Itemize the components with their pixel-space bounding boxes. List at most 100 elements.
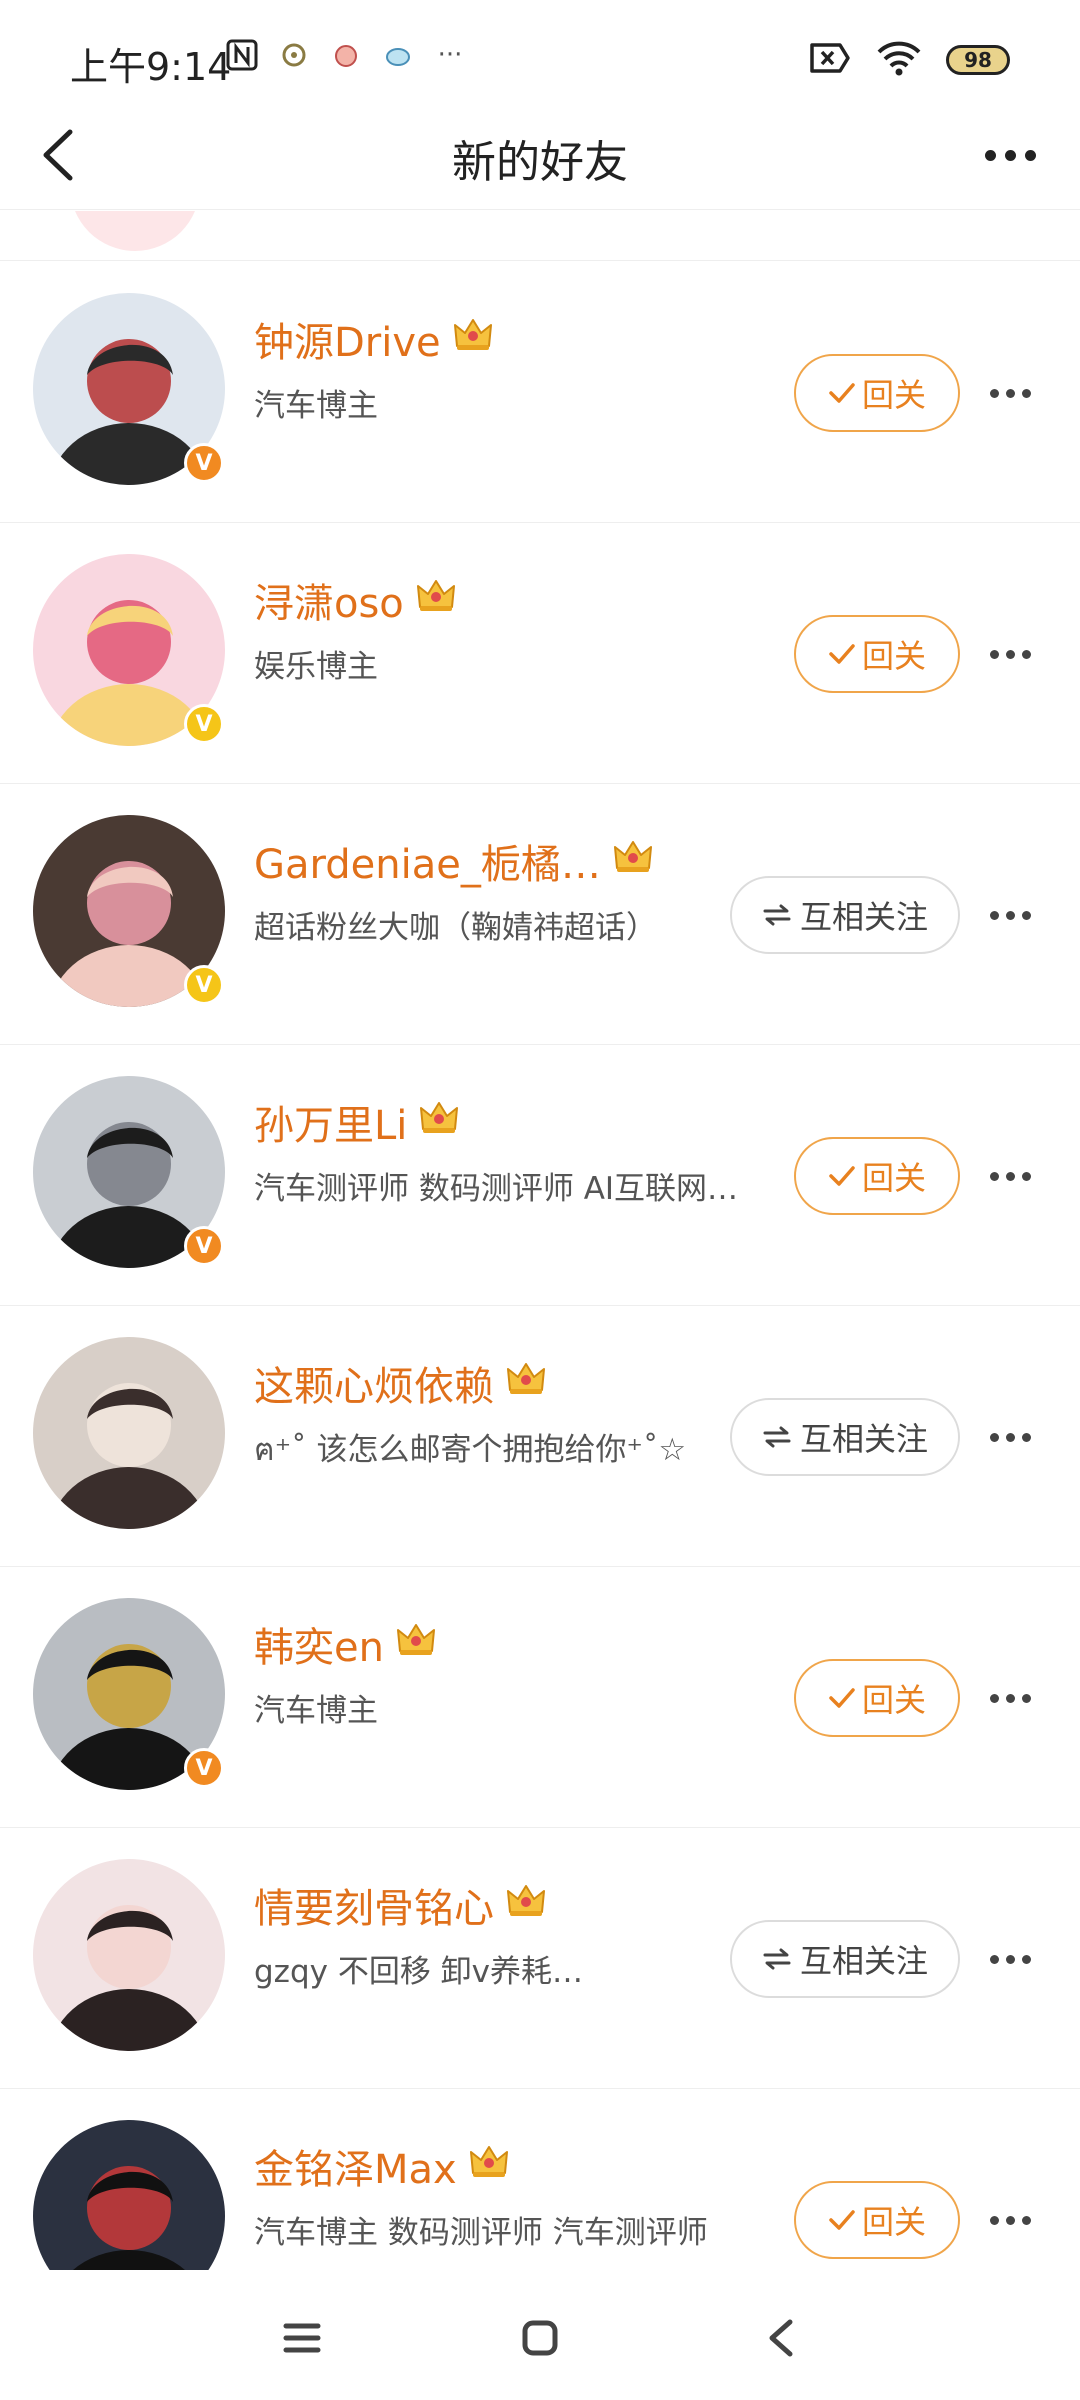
user-name[interactable]: 情要刻骨铭心 — [254, 1876, 546, 1934]
check-icon — [829, 1166, 855, 1186]
mutual-follow-button[interactable]: 互相关注 — [730, 876, 960, 954]
mutual-follow-button[interactable]: 互相关注 — [730, 1920, 960, 1998]
user-name[interactable]: 韩奕en — [254, 1615, 436, 1673]
home-button[interactable] — [510, 2308, 570, 2368]
user-name-text: Gardeniae_栀橘… — [254, 842, 601, 888]
button-label: 回关 — [861, 376, 926, 414]
crown-icon — [469, 2143, 509, 2189]
menu-icon — [283, 2323, 321, 2353]
crown-icon — [396, 1621, 436, 1667]
list-item[interactable]: 情要刻骨铭心 gzqy 不回移 卸v养耗… 互相关注 — [0, 1828, 1080, 2089]
sim-off-icon — [808, 41, 852, 79]
row-more-button[interactable] — [978, 892, 1042, 938]
swap-arrows-icon — [763, 1426, 791, 1448]
status-right-icons: 98 — [808, 40, 1010, 80]
crown-icon — [416, 577, 456, 623]
row-more-button[interactable] — [978, 370, 1042, 416]
crown-icon — [453, 316, 493, 362]
user-name[interactable]: 孙万里Li — [254, 1093, 459, 1151]
crown-icon — [613, 838, 653, 884]
system-nav-bar — [0, 2270, 1080, 2400]
battery-indicator: 98 — [946, 45, 1010, 75]
list-item[interactable]: V 韩奕en 汽车博主 回关 — [0, 1567, 1080, 1828]
user-name[interactable]: 浔潇oso — [254, 571, 456, 629]
user-name-text: 金铭泽Max — [254, 2147, 457, 2193]
list-item-partial[interactable] — [0, 211, 1080, 261]
more-horizontal-icon — [989, 388, 999, 398]
user-description: 汽车博主 — [254, 1693, 378, 1729]
row-more-button[interactable] — [978, 2197, 1042, 2243]
verified-badge-icon: V — [184, 443, 224, 483]
swap-arrows-icon — [763, 1948, 791, 1970]
nav-bar: 新的好友 — [0, 100, 1080, 210]
nfc-icon — [225, 38, 259, 72]
follow-back-button[interactable]: 回关 — [794, 1137, 960, 1215]
user-name-text: 情要刻骨铭心 — [254, 1886, 494, 1932]
row-more-button[interactable] — [978, 1414, 1042, 1460]
list-item[interactable]: V Gardeniae_栀橘… 超话粉丝大咖（鞠婧祎超话） 互相关注 — [0, 784, 1080, 1045]
swap-arrows-icon — [763, 904, 791, 926]
more-options-button[interactable] — [970, 122, 1050, 188]
user-description: 汽车博主 数码测评师 汽车测评师 — [254, 2215, 708, 2251]
more-horizontal-icon — [989, 1954, 999, 1964]
row-more-button[interactable] — [978, 1675, 1042, 1721]
app-notification-icon — [381, 38, 415, 72]
system-back-button[interactable] — [752, 2308, 812, 2368]
list-item[interactable]: V 浔潇oso 娱乐博主 回关 — [0, 523, 1080, 784]
user-name[interactable]: 钟源Drive — [254, 310, 493, 368]
verified-badge-icon: V — [184, 704, 224, 744]
mutual-follow-button[interactable]: 互相关注 — [730, 1398, 960, 1476]
menu-button[interactable] — [272, 2308, 332, 2368]
button-label: 回关 — [861, 1681, 926, 1719]
wifi-icon — [876, 40, 922, 80]
crown-icon — [506, 1360, 546, 1406]
avatar[interactable] — [33, 1859, 225, 2051]
avatar[interactable] — [33, 1337, 225, 1529]
list-item[interactable]: V 钟源Drive 汽车博主 回关 — [0, 262, 1080, 523]
list-item[interactable]: V 孙万里Li 汽车测评师 数码测评师 AI互联网… 回关 — [0, 1045, 1080, 1306]
more-notifications-icon: ··· — [437, 40, 463, 70]
back-triangle-icon — [769, 2319, 793, 2357]
status-bar: 上午9:14 ··· 98 — [0, 0, 1080, 100]
button-label: 回关 — [861, 637, 926, 675]
more-horizontal-icon — [989, 910, 999, 920]
button-label: 互相关注 — [799, 1942, 928, 1980]
page-title: 新的好友 — [452, 137, 628, 188]
user-description: gzqy 不回移 卸v养耗… — [254, 1954, 584, 1990]
row-more-button[interactable] — [978, 1153, 1042, 1199]
follow-back-button[interactable]: 回关 — [794, 2181, 960, 2259]
verified-badge-icon: V — [184, 965, 224, 1005]
crown-icon — [419, 1099, 459, 1145]
check-icon — [829, 1688, 855, 1708]
follow-back-button[interactable]: 回关 — [794, 1659, 960, 1737]
user-description: ฅ⁺˚ 该怎么邮寄个拥抱给你⁺˚☆ — [254, 1432, 687, 1468]
verified-badge-icon: V — [184, 1748, 224, 1788]
user-description: 超话粉丝大咖（鞠婧祎超话） — [254, 910, 657, 946]
more-horizontal-icon — [989, 2215, 999, 2225]
user-name[interactable]: 金铭泽Max — [254, 2137, 509, 2195]
button-label: 回关 — [861, 2203, 926, 2241]
new-friends-list: V 钟源Drive 汽车博主 回关 V 浔潇oso 娱乐博主 回关 V Gardeniae_栀橘…… — [0, 262, 1080, 2350]
more-horizontal-icon — [984, 149, 996, 161]
crown-icon — [506, 1882, 546, 1928]
user-name-text: 钟源Drive — [254, 320, 441, 366]
status-notification-icons: ··· — [225, 38, 467, 72]
list-item[interactable]: 这颗心烦依赖 ฅ⁺˚ 该怎么邮寄个拥抱给你⁺˚☆ 互相关注 — [0, 1306, 1080, 1567]
more-horizontal-icon — [989, 1693, 999, 1703]
verified-badge-icon: V — [184, 1226, 224, 1266]
user-name[interactable]: 这颗心烦依赖 — [254, 1354, 546, 1412]
row-more-button[interactable] — [978, 1936, 1042, 1982]
user-description: 娱乐博主 — [254, 649, 378, 685]
follow-back-button[interactable]: 回关 — [794, 354, 960, 432]
button-label: 回关 — [861, 1159, 926, 1197]
user-description: 汽车测评师 数码测评师 AI互联网… — [254, 1171, 739, 1207]
check-icon — [829, 2210, 855, 2230]
row-more-button[interactable] — [978, 631, 1042, 677]
button-label: 互相关注 — [799, 898, 928, 936]
user-name[interactable]: Gardeniae_栀橘… — [254, 832, 653, 890]
check-icon — [829, 383, 855, 403]
button-label: 互相关注 — [799, 1420, 928, 1458]
more-horizontal-icon — [989, 649, 999, 659]
user-name-text: 这颗心烦依赖 — [254, 1364, 494, 1410]
follow-back-button[interactable]: 回关 — [794, 615, 960, 693]
